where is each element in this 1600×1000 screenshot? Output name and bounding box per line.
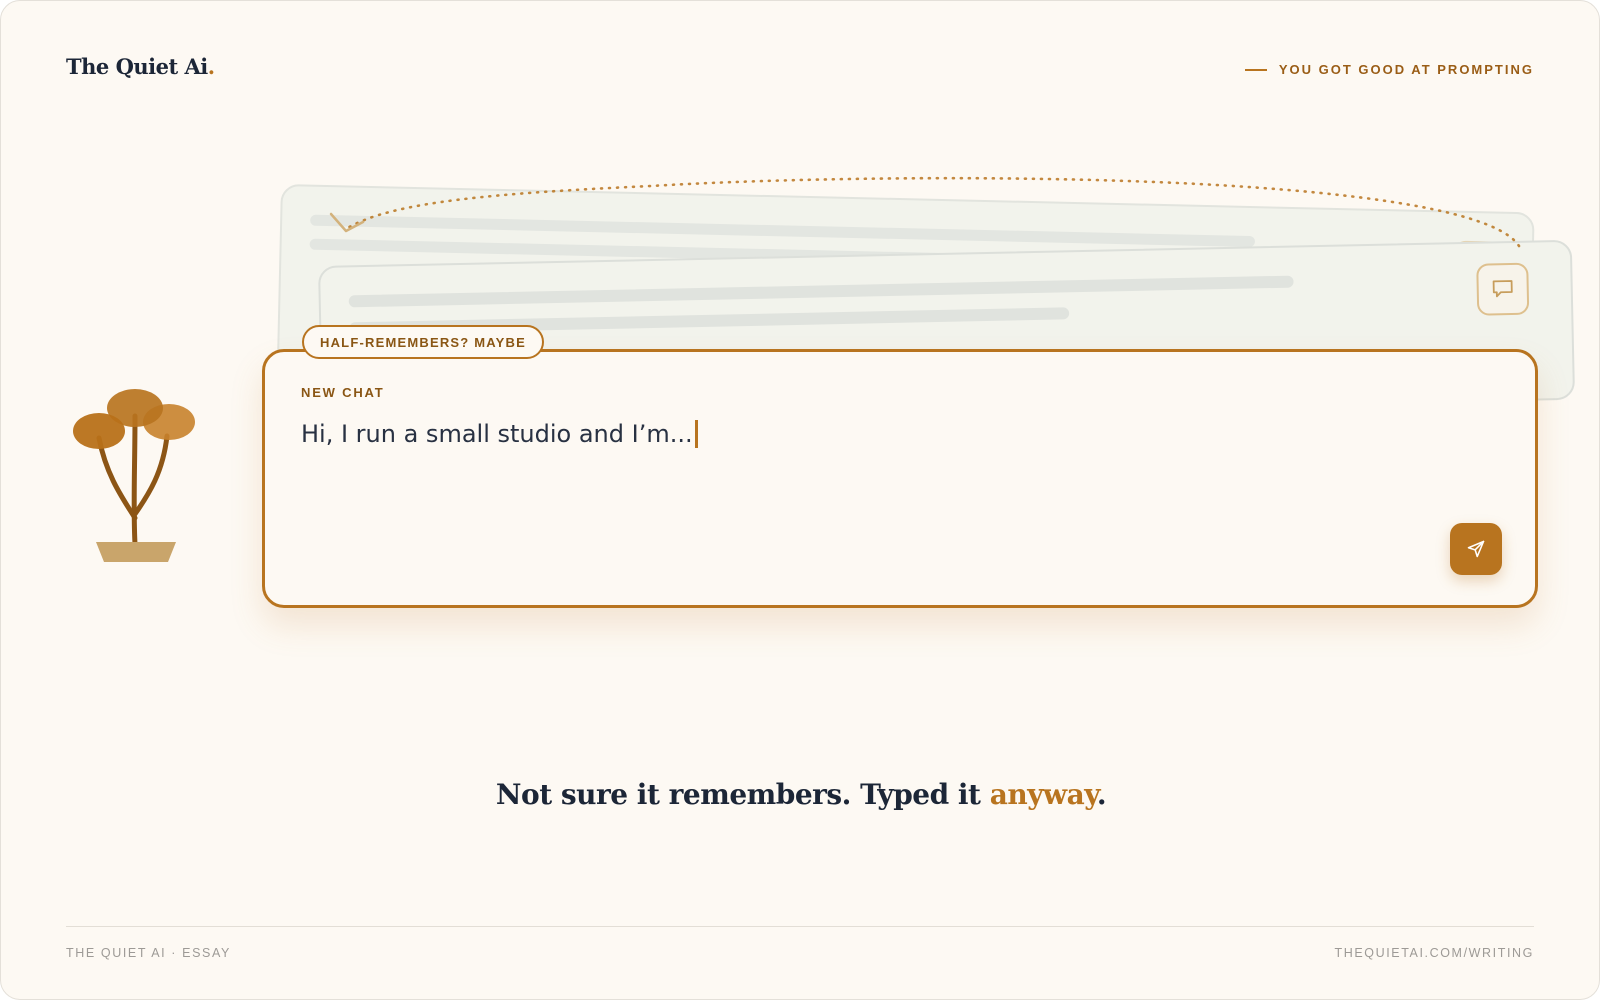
page-frame: The Quiet Ai. YOU GOT GOOD AT PROMPTING … <box>0 0 1600 1000</box>
footer-publication: THE QUIET AI · ESSAY <box>66 946 231 960</box>
plant-illustration <box>73 389 195 562</box>
chat-bubble-icon <box>1476 262 1530 316</box>
brand-dot: . <box>207 54 215 79</box>
tagline-rule <box>1244 68 1267 71</box>
text-caret <box>694 420 698 448</box>
new-chat-label: NEW CHAT <box>301 385 385 400</box>
send-button[interactable] <box>1450 523 1502 575</box>
chat-input[interactable]: Hi, I run a small studio and I’m... <box>301 420 698 448</box>
headline-text: Not sure it remembers. Typed it <box>495 778 990 811</box>
new-chat-card[interactable]: NEW CHAT Hi, I run a small studio and I’… <box>262 349 1538 608</box>
send-icon <box>1467 540 1485 558</box>
brand-logo[interactable]: The Quiet Ai. <box>66 54 215 79</box>
placeholder-line <box>348 275 1294 308</box>
footer-divider <box>66 926 1534 927</box>
chat-input-text: Hi, I run a small studio and I’m... <box>301 420 693 448</box>
memory-badge: HALF-REMEMBERS? MAYBE <box>302 325 545 359</box>
headline: Not sure it remembers. Typed it anyway. <box>1 778 1599 811</box>
tagline-text: YOU GOT GOOD AT PROMPTING <box>1278 62 1534 77</box>
tagline: YOU GOT GOOD AT PROMPTING <box>1244 62 1534 77</box>
headline-end: . <box>1096 778 1107 811</box>
headline-accent: anyway <box>989 778 1098 811</box>
brand-name: The Quiet Ai <box>66 54 208 79</box>
footer-url[interactable]: THEQUIETAI.COM/WRITING <box>1334 946 1534 960</box>
